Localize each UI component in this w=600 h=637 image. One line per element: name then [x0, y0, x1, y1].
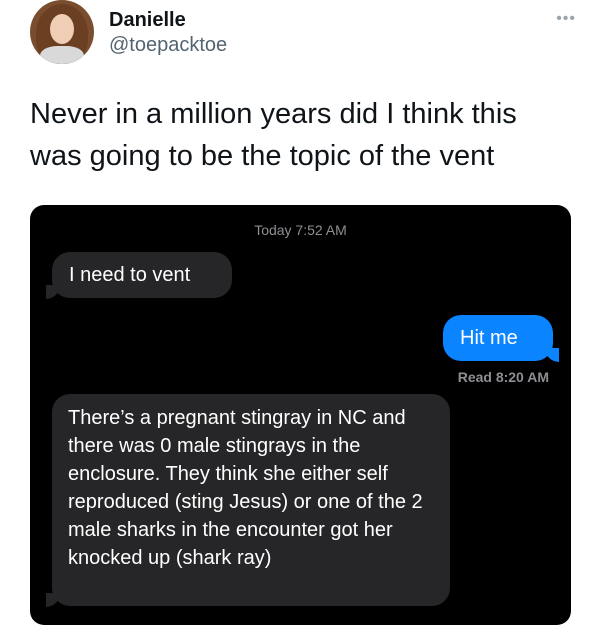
tweet-text: Never in a million years did I think thi…: [30, 98, 517, 172]
avatar-shirt: [40, 46, 84, 64]
bubble-tail: [46, 593, 60, 607]
tweet: Danielle @toepacktoe ••• Never in a mill…: [0, 0, 600, 637]
author-name[interactable]: Danielle: [109, 9, 186, 32]
chat-timestamp: Today 7:52 AM: [254, 222, 347, 238]
author-handle[interactable]: @toepacktoe: [109, 34, 227, 57]
bubble-tail: [545, 348, 559, 362]
message-bubble-incoming: I need to vent: [52, 252, 232, 298]
message-text: Hit me: [460, 327, 518, 349]
more-options-icon[interactable]: •••: [556, 10, 576, 28]
avatar-face: [50, 14, 74, 44]
message-text: I need to vent: [69, 264, 191, 286]
avatar[interactable]: [30, 0, 94, 64]
message-text: There’s a pregnant stingray in NC and th…: [68, 407, 423, 569]
message-bubble-incoming: There’s a pregnant stingray in NC and th…: [52, 394, 450, 606]
read-receipt: Read 8:20 AM: [457, 369, 549, 385]
bubble-tail: [46, 285, 60, 299]
message-bubble-outgoing: Hit me: [443, 315, 553, 361]
message-screenshot[interactable]: Today 7:52 AM I need to vent Hit me Read…: [30, 205, 571, 625]
